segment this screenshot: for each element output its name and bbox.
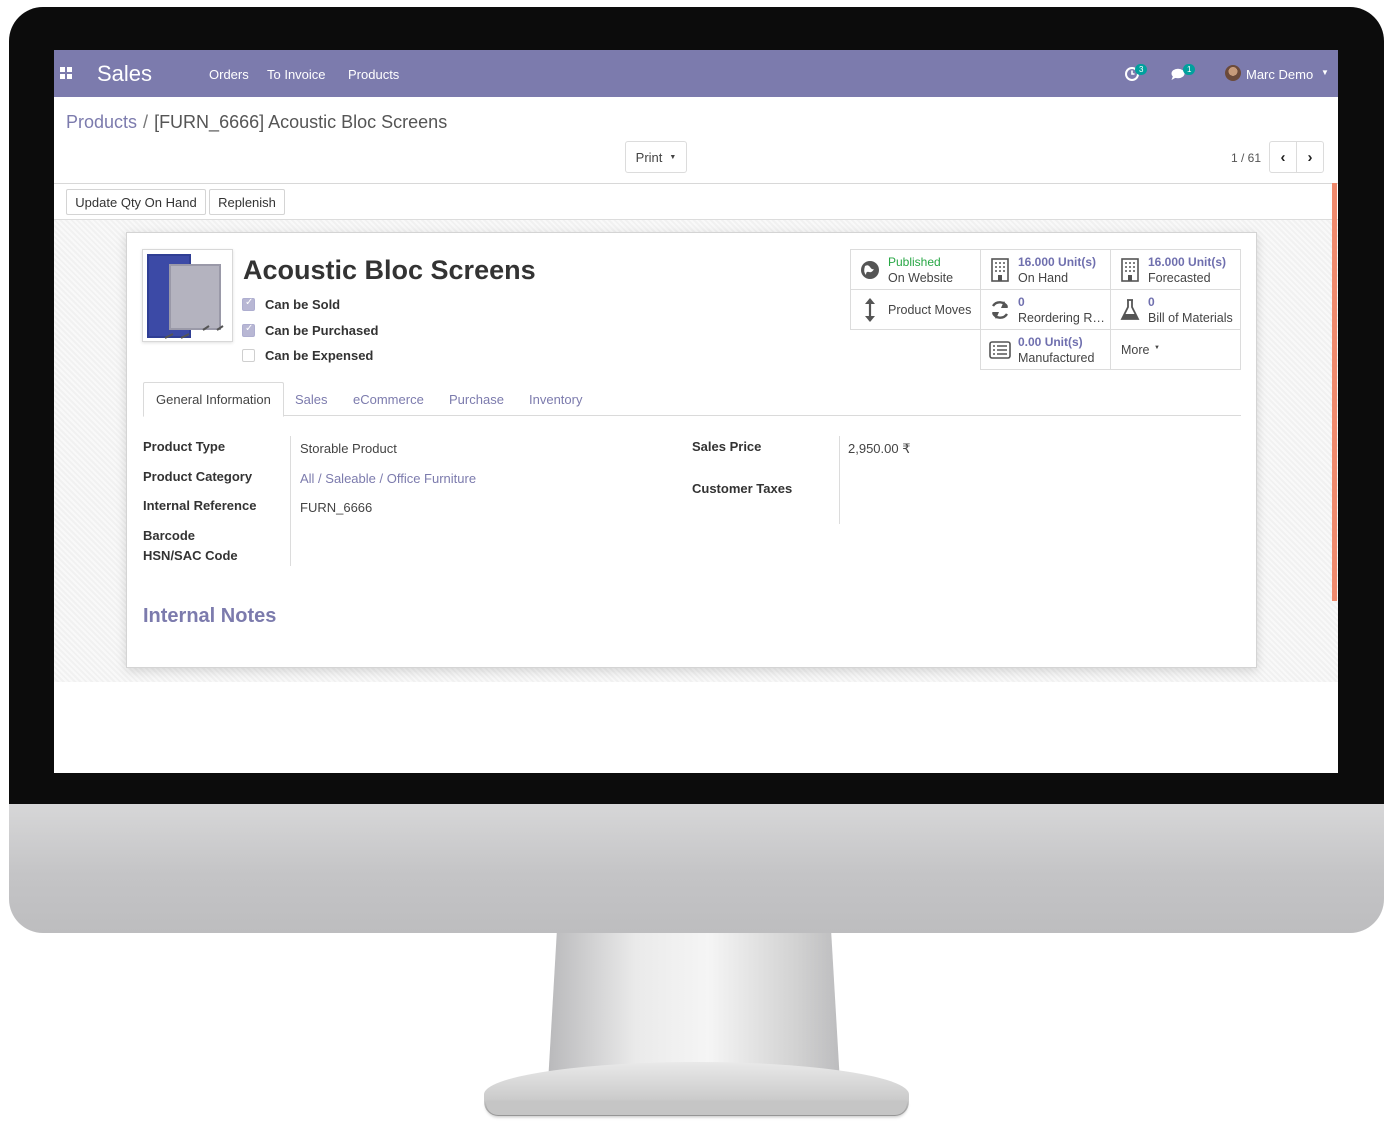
print-button[interactable]: Print ▼ [625,141,687,173]
tab-ecommerce[interactable]: eCommerce [341,382,436,416]
list-alt-icon [989,337,1011,363]
breadcrumb-products-link[interactable]: Products [66,112,137,132]
bill-of-materials-count: 0 [1148,295,1155,309]
product-category-label: Product Category [143,469,253,484]
internal-notes-title: Internal Notes [143,605,277,627]
monitor-stand-base-edge [486,1101,907,1115]
tab-general-information[interactable]: General Information [143,382,284,417]
caret-down-icon: ▼ [1321,68,1329,77]
forecasted-value: 16.000 Unit(s) [1148,255,1227,269]
barcode-label: Barcode [143,528,196,543]
product-name[interactable]: Acoustic Bloc Screens [243,255,536,286]
apps-menu-icon[interactable] [60,67,73,80]
message-count-badge: 1 [1183,64,1196,75]
option-label: Can be Sold [265,297,341,312]
monitor-stand-neck [548,933,840,1083]
smart-buttons: Published On Website 16.000 Unit(s) On H… [850,249,1242,371]
tab-inventory[interactable]: Inventory [517,382,594,416]
forecasted-label: Forecasted [1148,271,1211,285]
caret-down-icon: ▼ [669,153,677,161]
building-icon [989,257,1011,283]
sales-price-field[interactable]: 2,950.00 ₹ [848,441,911,457]
chevron-left-icon: ‹ [1280,148,1286,166]
globe-icon [859,257,881,283]
internal-reference-label: Internal Reference [143,498,257,513]
field-separator [839,436,840,524]
menu-products[interactable]: Products [348,67,399,82]
product-type-label: Product Type [143,439,226,454]
customer-taxes-label: Customer Taxes [692,481,793,496]
menu-to-invoice[interactable]: To Invoice [267,67,326,82]
pager-previous-button[interactable]: ‹ [1269,141,1297,173]
arrows-v-icon [859,297,881,323]
field-separator [290,436,291,566]
caret-down-icon: ▼ [1154,345,1160,351]
pager-next-button[interactable]: › [1296,141,1324,173]
building-icon [1119,257,1141,283]
activity-button[interactable]: 3 [1122,64,1152,84]
print-label: Print [635,149,663,165]
breadcrumb-current: [FURN_6666] Acoustic Bloc Screens [154,112,448,132]
chevron-right-icon: › [1307,148,1313,166]
internal-reference-field[interactable]: FURN_6666 [300,500,372,515]
form-sheet: Acoustic Bloc Screens Can be Sold Can be… [126,232,1257,668]
checkbox-can-be-expensed[interactable] [242,349,255,362]
forecasted-button[interactable]: 16.000 Unit(s) Forecasted [1110,249,1241,290]
messages-button[interactable]: 1 [1169,64,1201,84]
product-image[interactable] [142,249,233,342]
user-name: Marc Demo [1246,67,1314,82]
product-type-field[interactable]: Storable Product [300,441,397,456]
more-button[interactable]: More ▼ [1110,329,1241,370]
manufactured-button[interactable]: 0.00 Unit(s) Manufactured [980,329,1111,370]
published-button[interactable]: Published On Website [850,249,981,290]
reordering-rules-button[interactable]: 0 Reordering Rules [980,289,1111,330]
bill-of-materials-button[interactable]: 0 Bill of Materials [1110,289,1241,330]
more-label: More [1121,343,1150,357]
pager-value[interactable]: 1 / 61 [1231,151,1261,165]
hsn-sac-code-label: HSN/SAC Code [143,548,238,563]
on-hand-button[interactable]: 16.000 Unit(s) On Hand [980,249,1111,290]
update-qty-on-hand-button[interactable]: Update Qty On Hand [66,189,206,215]
scrollbar[interactable] [1332,183,1337,601]
tab-sales[interactable]: Sales [283,382,340,416]
form-statusbar: Update Qty On Hand Replenish [54,184,1338,220]
control-panel: Products / [FURN_6666] Acoustic Bloc Scree… [54,97,1338,184]
on-hand-value: 16.000 Unit(s) [1018,255,1097,269]
acoustic-screen-image [147,254,224,339]
reordering-rules-count: 0 [1018,295,1025,309]
product-moves-button[interactable]: Product Moves [850,289,981,330]
replenish-button[interactable]: Replenish [209,189,285,215]
checkbox-can-be-purchased[interactable] [242,323,255,337]
product-category-field[interactable]: All / Saleable / Office Furniture [300,471,476,486]
bill-of-materials-label: Bill of Materials [1148,311,1233,325]
checkbox-can-be-sold[interactable] [242,297,255,311]
manufactured-value: 0.00 Unit(s) [1018,335,1083,349]
refresh-icon [989,297,1011,323]
activity-count-badge: 3 [1135,64,1148,75]
breadcrumb: Products / [FURN_6666] Acoustic Bloc Scree… [66,112,447,133]
app-title[interactable]: Sales [97,61,152,87]
on-hand-label: On Hand [1018,271,1069,285]
monitor-chin [9,804,1384,933]
top-navbar: Sales Orders To Invoice Products 3 1 Mar… [54,50,1338,97]
reordering-rules-label: Reordering Rules [1018,311,1110,325]
sales-price-label: Sales Price [692,439,762,454]
published-status: Published [888,255,941,269]
user-avatar [1225,65,1241,81]
menu-orders[interactable]: Orders [209,67,249,82]
option-label: Can be Purchased [265,323,379,338]
manufactured-label: Manufactured [1018,351,1095,365]
product-moves-label: Product Moves [888,303,972,317]
flask-icon [1119,297,1141,323]
published-label: On Website [888,271,954,285]
screen: Sales Orders To Invoice Products 3 1 Mar… [54,50,1338,773]
breadcrumb-separator: / [143,112,149,132]
notebook-tabs: General Information Sales eCommerce Purc… [143,382,1241,417]
option-label: Can be Expensed [265,348,374,363]
tab-purchase[interactable]: Purchase [437,382,516,416]
